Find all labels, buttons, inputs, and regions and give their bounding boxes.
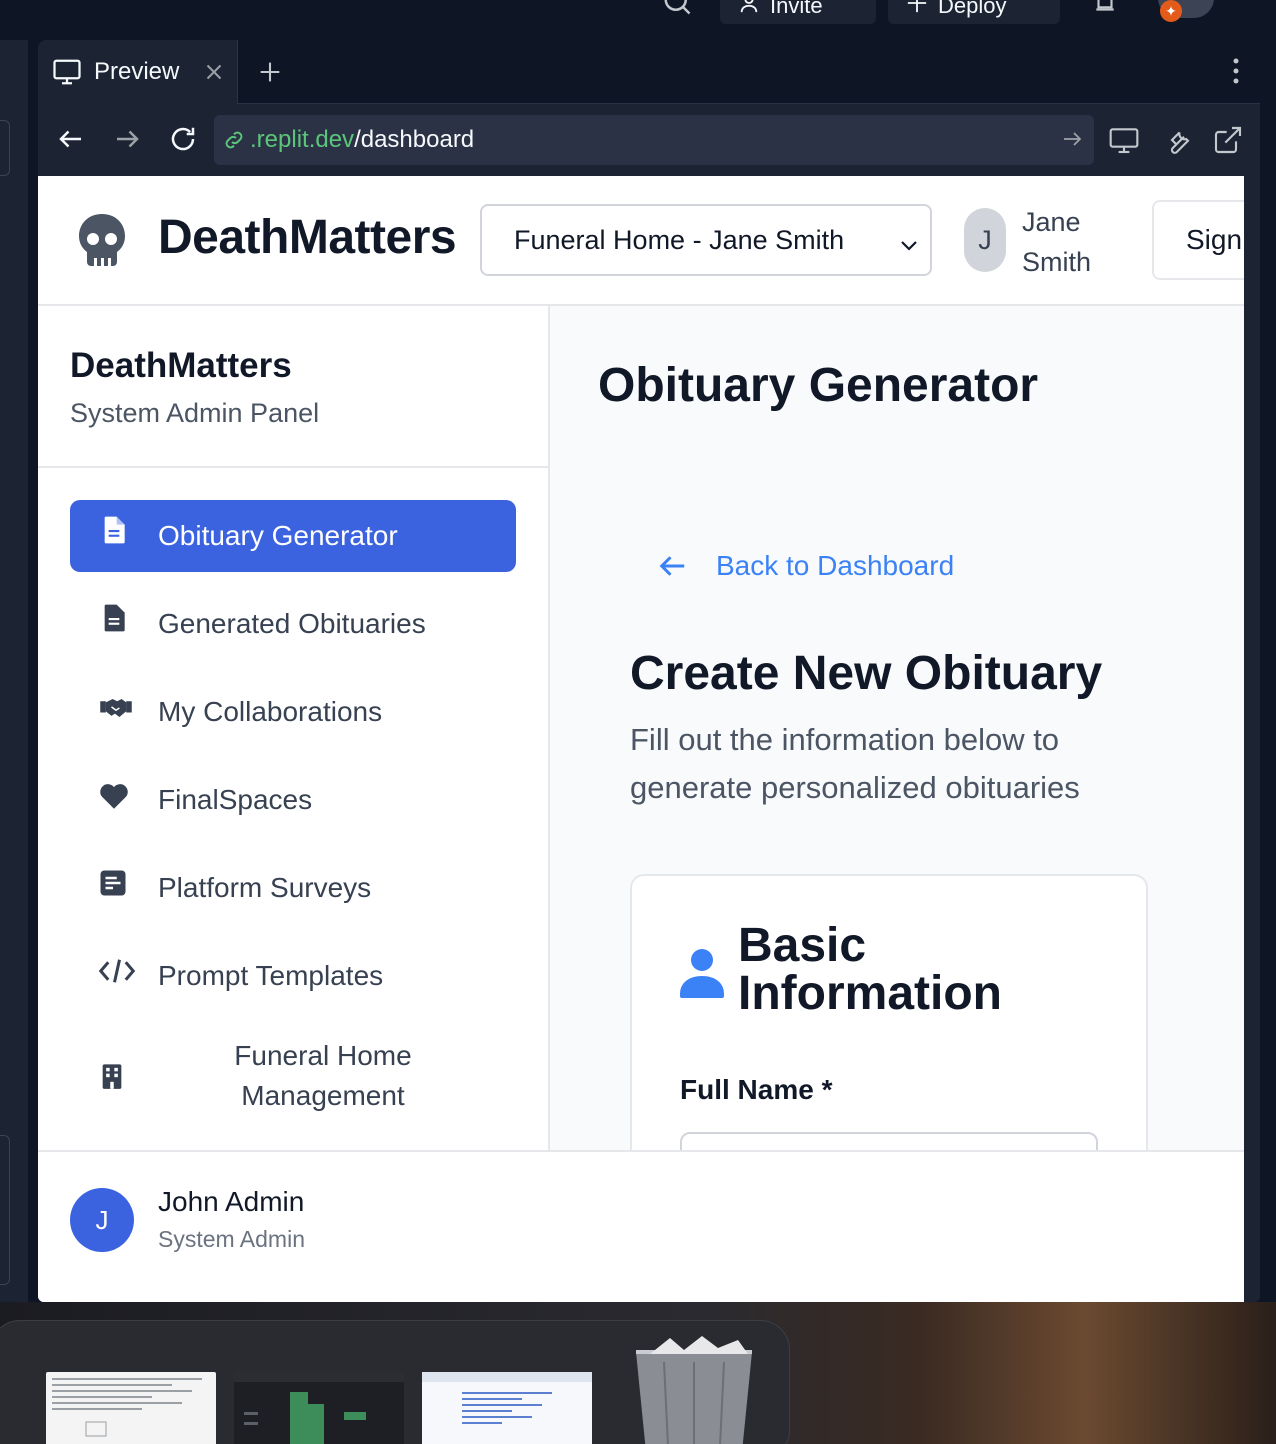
url-path: /dashboard	[354, 126, 475, 153]
footer-user-role: System Admin	[158, 1226, 305, 1252]
deploy-icon	[906, 0, 928, 20]
sidebar-item-my-collaborations[interactable]: My Collaborations	[70, 676, 516, 748]
sidebar-item-label: Prompt Templates	[158, 960, 384, 991]
wrench-icon[interactable]	[1160, 124, 1192, 156]
preview-pane: Preview .replit.dev/dashboard DeathMatte…	[38, 40, 1260, 1302]
sidebar-header: DeathMatters System Admin Panel	[38, 306, 548, 468]
code-icon	[98, 956, 136, 988]
document-icon	[98, 602, 130, 634]
brand-name[interactable]: DeathMatters	[158, 210, 457, 265]
sidebar-item-finalspaces[interactable]: FinalSpaces	[70, 764, 516, 836]
back-label: Back to Dashboard	[716, 550, 955, 581]
user-first-name: Jane	[1022, 207, 1081, 237]
more-options-icon[interactable]	[1232, 56, 1240, 86]
page-title: Obituary Generator	[598, 359, 1039, 412]
monitor-icon	[52, 57, 82, 87]
window-thumbnail[interactable]	[46, 1372, 216, 1444]
sidebar-item-label: My Collaborations	[158, 696, 383, 727]
poll-icon	[98, 868, 130, 900]
device-preview-icon[interactable]	[1108, 124, 1140, 156]
create-title: Create New Obituary	[630, 647, 1103, 700]
plus-icon[interactable]	[256, 58, 284, 86]
create-subtitle: Fill out the information below to genera…	[630, 722, 1080, 805]
sidebar-item-label: Obituary Generator	[158, 520, 398, 551]
basic-information-card: Basic Information Full Name *	[630, 874, 1148, 1150]
link-icon	[222, 128, 246, 152]
back-arrow-icon[interactable]	[56, 124, 86, 154]
user-icon	[738, 0, 760, 20]
sidebar-item-funeral-home-management[interactable]: Funeral Home Management	[70, 1028, 516, 1124]
panel-handle-lower[interactable]	[0, 1135, 10, 1285]
panel-handle[interactable]	[0, 120, 10, 176]
deploy-label: Deploy	[938, 0, 1007, 18]
building-icon	[98, 1060, 130, 1092]
footer-user-name: John Admin	[158, 1186, 305, 1217]
desktop-background	[0, 1302, 1276, 1444]
invite-button[interactable]: Invite	[720, 0, 876, 24]
search-icon[interactable]	[662, 0, 692, 16]
left-panel-edge	[0, 40, 28, 1302]
main-content: Obituary Generator Back to Dashboard Cre…	[550, 306, 1244, 1150]
sidebar-user-footer: J John Admin System Admin	[38, 1150, 1244, 1302]
invite-label: Invite	[770, 0, 823, 18]
sidebar-item-platform-surveys[interactable]: Platform Surveys	[70, 852, 516, 924]
tab-label: Preview	[94, 58, 180, 85]
url-field[interactable]: .replit.dev/dashboard	[214, 115, 1094, 165]
sidebar-item-label: FinalSpaces	[158, 784, 313, 815]
open-external-icon[interactable]	[1212, 124, 1244, 156]
heart-icon	[98, 782, 130, 814]
sidebar-item-generated-obituaries[interactable]: Generated Obituaries	[70, 588, 516, 660]
reload-icon[interactable]	[168, 124, 198, 154]
spark-badge-icon: ✦	[1160, 0, 1182, 22]
sidebar-subtitle: System Admin Panel	[70, 398, 320, 428]
sidebar-title: DeathMatters	[70, 346, 292, 385]
user-last-name: Smith	[1022, 247, 1092, 277]
bell-icon[interactable]	[1092, 0, 1118, 16]
handshake-icon	[98, 694, 132, 726]
sidebar-item-label: Platform Surveys	[158, 872, 372, 903]
funeral-home-select[interactable]: Funeral Home - Jane Smith	[480, 204, 932, 276]
forward-arrow-icon[interactable]	[112, 124, 142, 154]
tab-bar: Preview	[38, 40, 1260, 104]
go-arrow-icon[interactable]	[1060, 127, 1084, 151]
document-icon	[98, 514, 130, 546]
select-value: Funeral Home - Jane Smith	[514, 224, 845, 255]
sidebar-item-label: Generated Obituaries	[158, 608, 426, 639]
trash-icon[interactable]	[630, 1332, 758, 1444]
sidebar-item-prompt-templates[interactable]: Prompt Templates	[70, 940, 516, 1012]
avatar[interactable]: J	[70, 1188, 134, 1252]
arrow-left-icon	[658, 551, 688, 581]
app-header: DeathMatters Funeral Home - Jane Smith J…	[38, 176, 1244, 306]
back-to-dashboard-link[interactable]: Back to Dashboard	[658, 550, 954, 582]
skull-logo-icon	[76, 212, 128, 270]
window-thumbnail[interactable]	[234, 1372, 404, 1444]
card-title: Basic Information	[738, 919, 1002, 1020]
url-toolbar: .replit.dev/dashboard	[38, 104, 1260, 176]
avatar[interactable]: J	[964, 208, 1006, 272]
sidebar-item-label: Funeral Home Management	[234, 1040, 412, 1111]
web-app: DeathMatters Funeral Home - Jane Smith J…	[38, 176, 1244, 1302]
full-name-label: Full Name *	[680, 1074, 833, 1105]
deploy-button[interactable]: Deploy	[888, 0, 1060, 24]
sign-out-button[interactable]: Sign	[1152, 200, 1244, 280]
close-icon[interactable]	[201, 59, 227, 85]
ide-top-bar: Invite Deploy ✦	[0, 0, 1276, 40]
window-thumbnail[interactable]	[422, 1372, 592, 1444]
full-name-input[interactable]	[680, 1132, 1098, 1150]
sidebar-item-obituary-generator[interactable]: Obituary Generator	[70, 500, 516, 572]
user-icon	[680, 948, 724, 1000]
header-user-name: Jane Smith	[1022, 202, 1132, 282]
tab-preview[interactable]: Preview	[38, 40, 238, 104]
url-domain: .replit.dev	[250, 126, 355, 153]
chevron-down-icon	[898, 232, 920, 252]
sidebar: DeathMatters System Admin Panel Obituary…	[38, 306, 550, 1150]
